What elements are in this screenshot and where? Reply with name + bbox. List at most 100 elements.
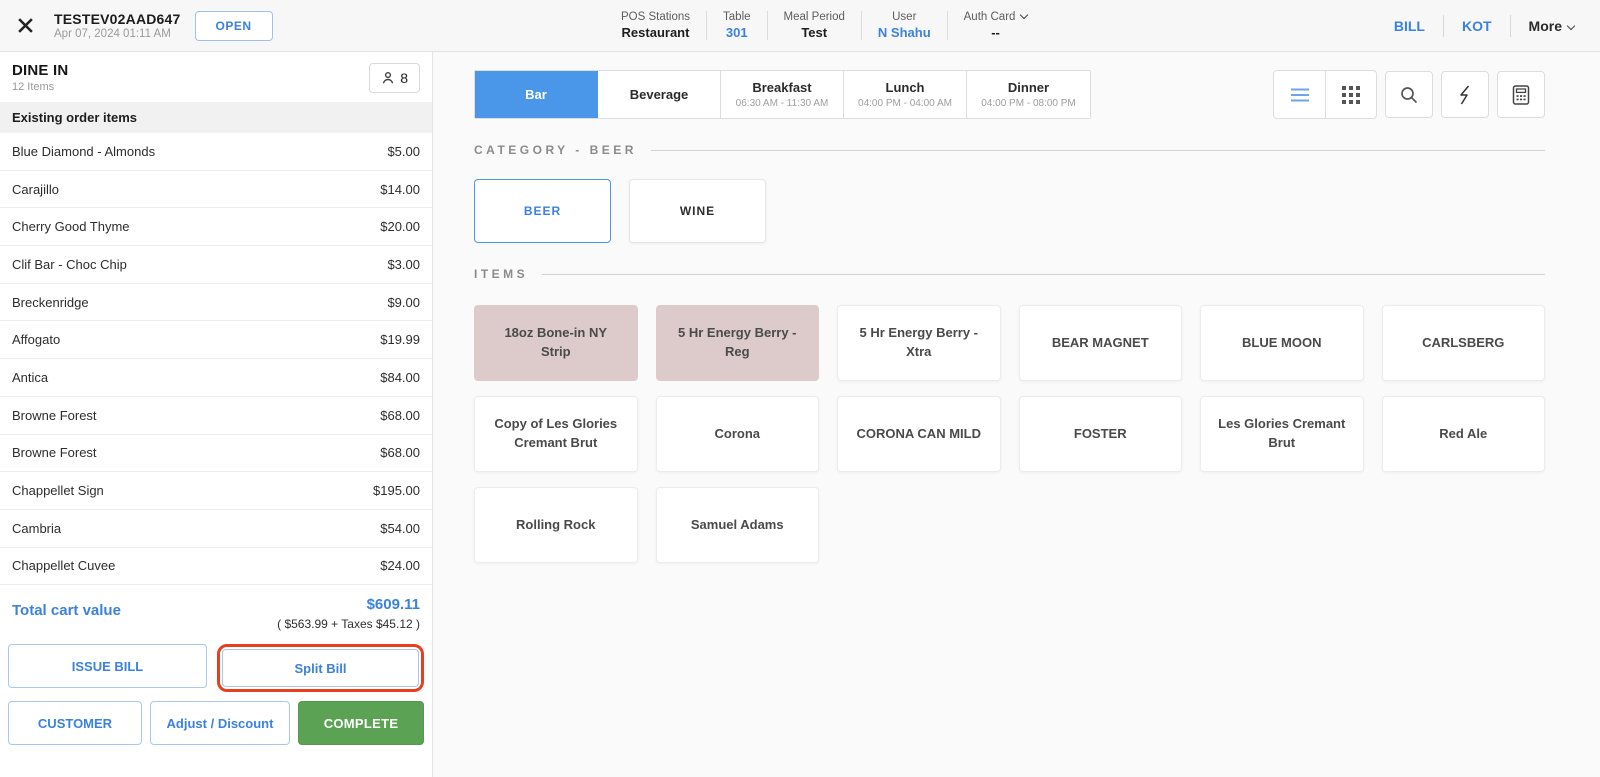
order-item-row[interactable]: Breckenridge $9.00 [0, 284, 432, 322]
order-item-row[interactable]: Affogato $19.99 [0, 321, 432, 359]
customer-button[interactable]: CUSTOMER [8, 701, 142, 745]
menu-item-card[interactable]: Corona [656, 396, 820, 472]
meal-tab-time: 04:00 PM - 08:00 PM [981, 98, 1076, 109]
order-item-row[interactable]: Browne Forest $68.00 [0, 435, 432, 473]
menu-panel: Bar Beverage Breakfast 06:30 AM - 11:30 … [433, 52, 1600, 777]
order-item-price: $68.00 [380, 445, 420, 460]
lightning-icon [1458, 85, 1472, 105]
order-item-name: Affogato [12, 332, 60, 347]
person-icon [381, 71, 395, 85]
close-icon[interactable] [10, 11, 40, 41]
info-label: POS Stations [621, 11, 690, 23]
cart-sidebar: DINE IN 12 Items 8 Existing order items … [0, 52, 433, 777]
top-header: TESTEV02AAD647 Apr 07, 2024 01:11 AM OPE… [0, 0, 1600, 52]
menu-item-card[interactable]: CORONA CAN MILD [837, 396, 1001, 472]
order-item-price: $195.00 [373, 483, 420, 498]
list-view-button[interactable] [1274, 71, 1325, 118]
order-info-cell[interactable]: User N Shahu [862, 11, 948, 40]
service-type: DINE IN [12, 62, 68, 79]
meal-tab[interactable]: Lunch 04:00 PM - 04:00 AM [844, 71, 967, 118]
meal-period-tabs: Bar Beverage Breakfast 06:30 AM - 11:30 … [474, 70, 1091, 119]
kot-button[interactable]: KOT [1444, 18, 1510, 34]
heading-rule [651, 150, 1545, 151]
calculator-button[interactable] [1497, 71, 1545, 118]
issue-bill-button[interactable]: ISSUE BILL [8, 644, 207, 688]
order-item-name: Browne Forest [12, 408, 97, 423]
order-items-list: Blue Diamond - Almonds $5.00 Carajillo $… [0, 133, 432, 585]
menu-item-card[interactable]: Red Ale [1382, 396, 1546, 472]
order-item-name: Cherry Good Thyme [12, 219, 130, 234]
total-cart-value: $609.11 [277, 596, 420, 613]
order-item-row[interactable]: Chappellet Sign $195.00 [0, 472, 432, 510]
menu-item-card[interactable]: 5 Hr Energy Berry - Reg [656, 305, 820, 381]
menu-item-card[interactable]: Copy of Les Glories Cremant Brut [474, 396, 638, 472]
open-status-button[interactable]: OPEN [195, 11, 273, 41]
meal-tab-label: Beverage [630, 87, 689, 102]
menu-item-card[interactable]: FOSTER [1019, 396, 1183, 472]
menu-item-card[interactable]: BEAR MAGNET [1019, 305, 1183, 381]
meal-tab[interactable]: Beverage [598, 71, 721, 118]
order-item-row[interactable]: Chappellet Cuvee $24.00 [0, 548, 432, 586]
order-meta: TESTEV02AAD647 Apr 07, 2024 01:11 AM [54, 11, 181, 40]
info-label: Table [723, 11, 751, 23]
view-toolbar [1273, 70, 1545, 119]
order-item-name: Antica [12, 370, 48, 385]
category-card[interactable]: BEER [474, 179, 611, 243]
calculator-icon [1512, 85, 1530, 105]
order-item-row[interactable]: Blue Diamond - Almonds $5.00 [0, 133, 432, 171]
category-card[interactable]: WINE [629, 179, 766, 243]
items-section-heading: ITEMS [474, 267, 1545, 281]
menu-item-card[interactable]: CARLSBERG [1382, 305, 1546, 381]
grid-view-icon [1342, 86, 1360, 104]
menu-item-card[interactable]: Samuel Adams [656, 487, 820, 563]
search-icon [1400, 86, 1418, 104]
heading-rule [542, 274, 1545, 275]
order-item-row[interactable]: Carajillo $14.00 [0, 171, 432, 209]
order-info-cell[interactable]: Table 301 [707, 11, 768, 40]
order-info-cell[interactable]: Auth Card -- [948, 11, 1044, 40]
menu-items-grid: 18oz Bone-in NY Strip 5 Hr Energy Berry … [474, 305, 1545, 563]
menu-item-card[interactable]: 18oz Bone-in NY Strip [474, 305, 638, 381]
more-menu-button[interactable]: More [1511, 18, 1578, 34]
meal-tab[interactable]: Bar [475, 71, 598, 118]
grid-view-button[interactable] [1325, 71, 1376, 118]
menu-item-card[interactable]: BLUE MOON [1200, 305, 1364, 381]
info-value: 301 [723, 25, 751, 40]
order-item-row[interactable]: Antica $84.00 [0, 359, 432, 397]
category-heading-text: CATEGORY - BEER [474, 143, 637, 157]
menu-item-card[interactable]: Rolling Rock [474, 487, 638, 563]
meal-tab-time: 04:00 PM - 04:00 AM [858, 98, 952, 109]
quick-actions-button[interactable] [1441, 71, 1489, 118]
info-value: Restaurant [621, 25, 690, 40]
order-item-row[interactable]: Clif Bar - Choc Chip $3.00 [0, 246, 432, 284]
order-item-row[interactable]: Browne Forest $68.00 [0, 397, 432, 435]
menu-item-card[interactable]: 5 Hr Energy Berry - Xtra [837, 305, 1001, 381]
order-info-cell[interactable]: POS Stations Restaurant [605, 11, 707, 40]
order-id: TESTEV02AAD647 [54, 11, 181, 27]
items-heading-text: ITEMS [474, 267, 528, 281]
order-item-name: Chappellet Cuvee [12, 558, 115, 573]
info-value: N Shahu [878, 25, 931, 40]
bill-button[interactable]: BILL [1376, 18, 1443, 34]
meal-tab-label: Lunch [886, 80, 925, 95]
info-label: User [878, 11, 931, 23]
adjust-discount-button[interactable]: Adjust / Discount [150, 701, 290, 745]
order-item-price: $24.00 [380, 558, 420, 573]
order-item-row[interactable]: Cambria $54.00 [0, 510, 432, 548]
split-bill-button[interactable]: Split Bill [222, 649, 419, 687]
meal-tab[interactable]: Breakfast 06:30 AM - 11:30 AM [721, 71, 844, 118]
category-cards: BEER WINE [474, 179, 1545, 243]
guest-count-badge[interactable]: 8 [369, 63, 420, 93]
order-info-cell[interactable]: Meal Period Test [768, 11, 862, 40]
split-bill-annotation-ring: Split Bill [217, 644, 424, 692]
existing-order-items-header: Existing order items [0, 102, 432, 133]
category-section-heading: CATEGORY - BEER [474, 143, 1545, 157]
complete-button[interactable]: COMPLETE [298, 701, 424, 745]
menu-item-card[interactable]: Les Glories Cremant Brut [1200, 396, 1364, 472]
search-button[interactable] [1385, 71, 1433, 118]
info-value: Test [784, 25, 845, 40]
meal-tab[interactable]: Dinner 04:00 PM - 08:00 PM [967, 71, 1090, 118]
order-item-row[interactable]: Cherry Good Thyme $20.00 [0, 208, 432, 246]
order-item-name: Breckenridge [12, 295, 89, 310]
order-item-price: $3.00 [387, 257, 420, 272]
